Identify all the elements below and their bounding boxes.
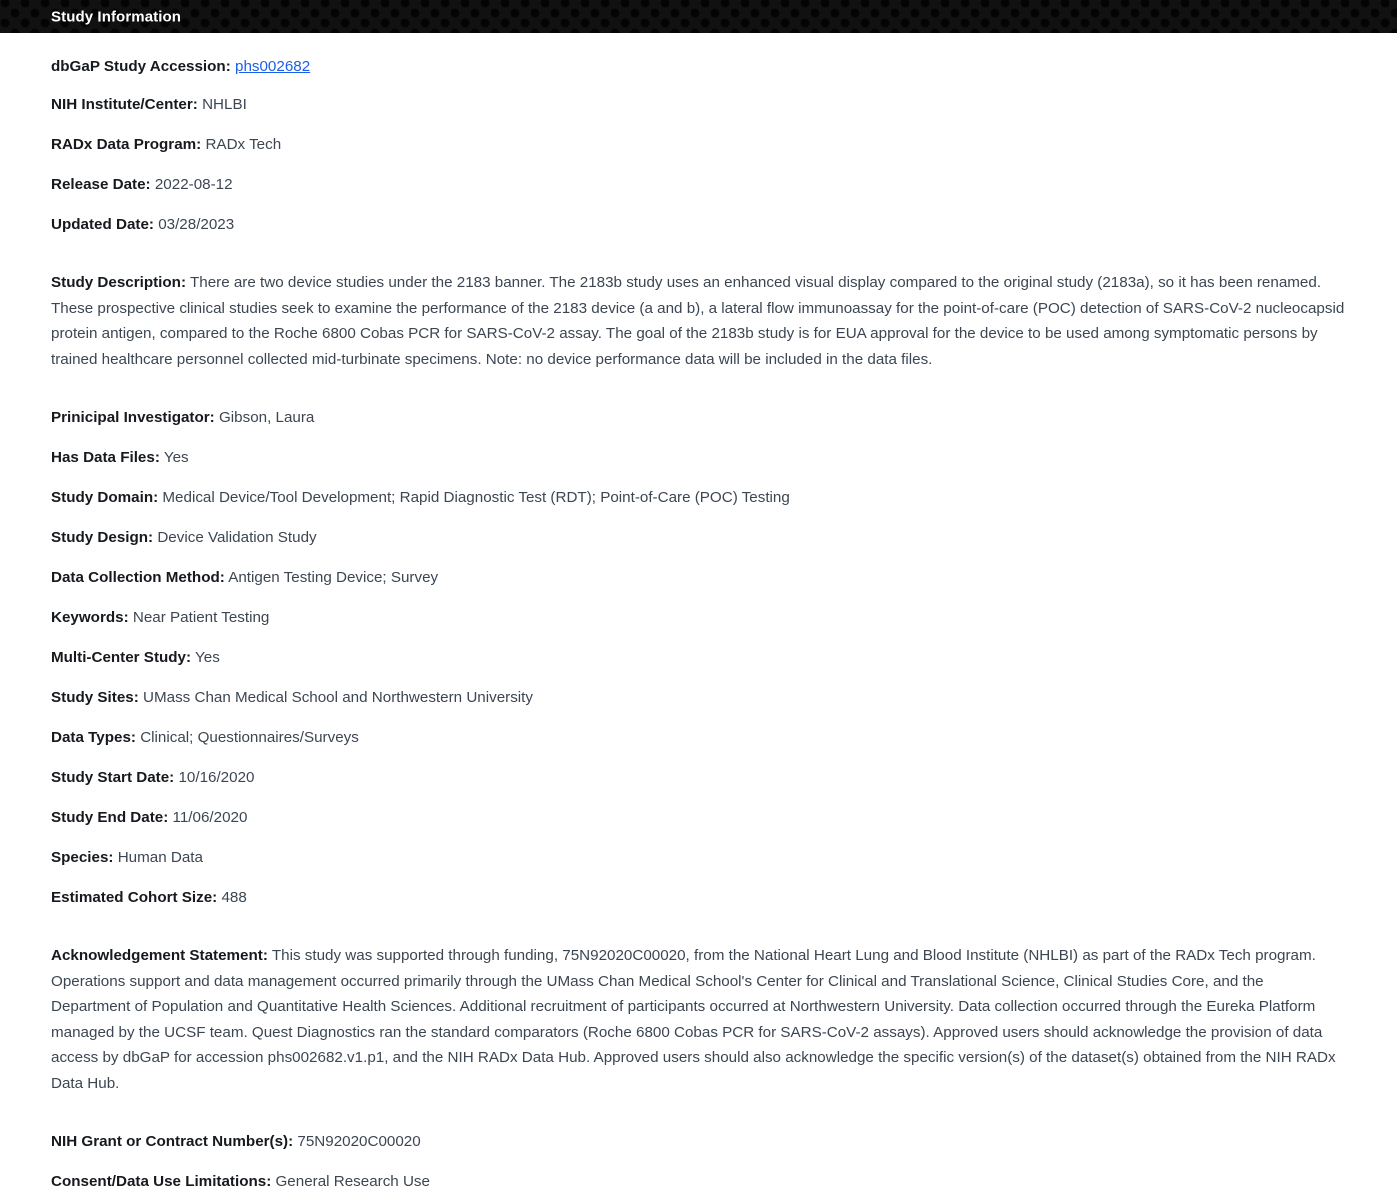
field-label-release-date: Release Date: [51, 176, 151, 193]
field-nih-institute: NIH Institute/Center: NHLBI [51, 85, 1347, 125]
field-label-study-domain: Study Domain: [51, 488, 159, 506]
field-keywords: Keywords: Near Patient Testing [51, 598, 1347, 638]
field-label-species: Species: [51, 848, 114, 866]
page-title: Study Information [51, 8, 182, 25]
field-label-nih-grant-number: NIH Grant or Contract Number(s): [51, 1132, 294, 1150]
field-label-study-description: Study Description: [51, 274, 187, 292]
field-label-acknowledgement-statement: Acknowledgement Statement: [51, 946, 268, 964]
field-estimated-cohort-size: Estimated Cohort Size: 488 [51, 878, 1347, 918]
field-label-study-start-date: Study Start Date: [51, 768, 175, 786]
acknowledgement-paragraph: Acknowledgement Statement: This study wa… [51, 943, 1347, 1097]
field-value-nih-grant-number: 75N92020C00020 [297, 1132, 421, 1150]
field-value-study-sites: UMass Chan Medical School and Northweste… [143, 688, 533, 706]
field-updated-date: Updated Date: 03/28/2023 [51, 205, 1347, 245]
study-information-content: dbGaP Study Accession: phs002682 NIH Ins… [0, 33, 1397, 1202]
dbgap-accession-link[interactable]: phs002682 [235, 58, 310, 75]
field-value-study-start-date: 10/16/2020 [178, 768, 255, 786]
field-acknowledgement-statement: Acknowledgement Statement: This study wa… [51, 918, 1347, 1122]
field-nih-grant-number: NIH Grant or Contract Number(s): 75N9202… [51, 1122, 1347, 1162]
field-dbgap-accession: dbGaP Study Accession: phs002682 [51, 33, 1347, 85]
field-study-design: Study Design: Device Validation Study [51, 518, 1347, 558]
field-value-study-design: Device Validation Study [157, 528, 317, 546]
field-value-updated-date: 03/28/2023 [158, 216, 235, 233]
field-value-study-domain: Medical Device/Tool Development; Rapid D… [162, 488, 790, 506]
field-principal-investigator: Prinicipal Investigator: Gibson, Laura [51, 398, 1347, 438]
field-value-multi-center-study: Yes [195, 648, 220, 666]
field-study-end-date: Study End Date: 11/06/2020 [51, 798, 1347, 838]
field-multi-center-study: Multi-Center Study: Yes [51, 638, 1347, 678]
field-label-consent-data-use-limitations: Consent/Data Use Limitations: [51, 1172, 272, 1190]
field-value-study-end-date: 11/06/2020 [172, 808, 248, 826]
field-value-estimated-cohort-size: 488 [221, 888, 247, 906]
study-information-banner: Study Information [0, 0, 1397, 33]
field-data-collection-method: Data Collection Method: Antigen Testing … [51, 558, 1347, 598]
field-label-radx-data-program: RADx Data Program: [51, 136, 202, 153]
field-label-study-design: Study Design: [51, 528, 154, 546]
field-value-consent-data-use-limitations: General Research Use [275, 1172, 430, 1190]
field-label-dbgap-accession: dbGaP Study Accession: [51, 58, 231, 75]
field-data-types: Data Types: Clinical; Questionnaires/Sur… [51, 718, 1347, 758]
field-has-data-files: Has Data Files: Yes [51, 438, 1347, 478]
field-study-description: Study Description: There are two device … [51, 245, 1347, 398]
field-value-species: Human Data [117, 848, 203, 866]
field-label-study-sites: Study Sites: [51, 688, 139, 706]
field-label-updated-date: Updated Date: [51, 216, 154, 233]
field-study-domain: Study Domain: Medical Device/Tool Develo… [51, 478, 1347, 518]
field-label-principal-investigator: Prinicipal Investigator: [51, 408, 215, 426]
field-value-data-types: Clinical; Questionnaires/Surveys [140, 728, 359, 746]
field-value-keywords: Near Patient Testing [132, 608, 270, 626]
field-release-date: Release Date: 2022-08-12 [51, 165, 1347, 205]
field-consent-data-use-limitations: Consent/Data Use Limitations: General Re… [51, 1162, 1347, 1202]
field-label-keywords: Keywords: [51, 608, 129, 626]
field-label-data-collection-method: Data Collection Method: [51, 568, 225, 586]
field-value-has-data-files: Yes [163, 448, 189, 466]
field-label-has-data-files: Has Data Files: [51, 448, 160, 466]
field-value-nih-institute: NHLBI [202, 96, 247, 113]
field-value-principal-investigator: Gibson, Laura [218, 408, 315, 426]
field-value-acknowledgement-statement: This study was supported through funding… [51, 946, 1336, 1092]
field-value-release-date: 2022-08-12 [154, 176, 233, 193]
field-value-study-description: There are two device studies under the 2… [51, 274, 1345, 368]
field-label-nih-institute: NIH Institute/Center: [51, 96, 198, 113]
field-value-radx-data-program: RADx Tech [205, 136, 282, 153]
field-value-data-collection-method: Antigen Testing Device; Survey [228, 568, 439, 586]
field-study-sites: Study Sites: UMass Chan Medical School a… [51, 678, 1347, 718]
field-study-start-date: Study Start Date: 10/16/2020 [51, 758, 1347, 798]
study-description-paragraph: Study Description: There are two device … [51, 270, 1347, 372]
field-label-multi-center-study: Multi-Center Study: [51, 648, 192, 666]
field-label-study-end-date: Study End Date: [51, 808, 169, 826]
field-species: Species: Human Data [51, 838, 1347, 878]
field-label-estimated-cohort-size: Estimated Cohort Size: [51, 888, 218, 906]
field-radx-data-program: RADx Data Program: RADx Tech [51, 125, 1347, 165]
field-label-data-types: Data Types: [51, 728, 136, 746]
